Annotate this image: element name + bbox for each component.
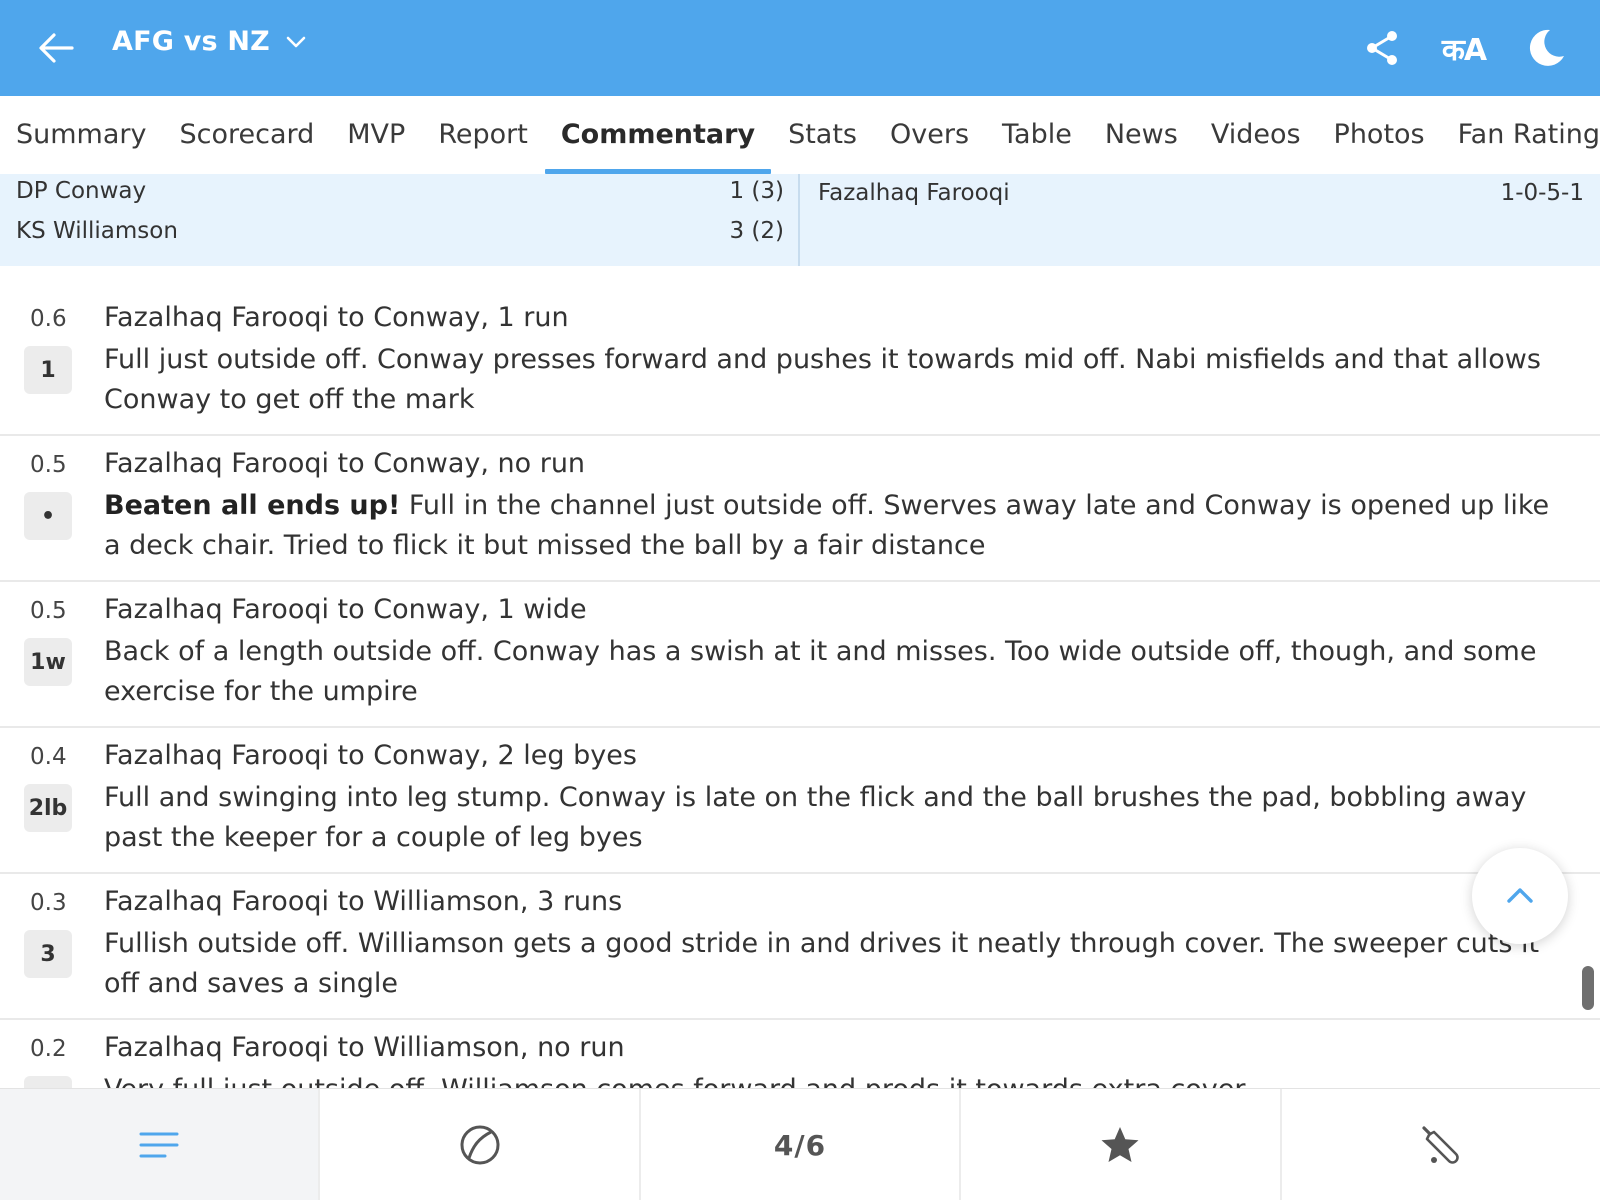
over-number: 0.5 [30,598,67,624]
menu-lines-icon [139,1132,179,1158]
commentary-body: Fullish outside off. Williamson gets a g… [104,928,1540,999]
arrow-left-icon [39,33,74,63]
star-icon [1101,1127,1139,1162]
commentary-item: 0.6 1 Fazalhaq Farooqi to Conway, 1 run … [0,290,1600,436]
commentary-text: Fullish outside off. Williamson gets a g… [104,924,1574,1004]
tab-news[interactable]: News [1105,96,1178,174]
batter-row: KS Williamson 3 (2) [16,218,784,244]
over-number: 0.6 [30,306,67,332]
commentary-item: 0.5 • Fazalhaq Farooqi to Conway, no run… [0,436,1600,582]
commentary-heading: Fazalhaq Farooqi to Conway, 2 leg byes [104,740,637,771]
tab-photos[interactable]: Photos [1334,96,1425,174]
ball-result-badge: 1w [24,638,72,686]
bowler-figures: 1-0-5-1 [1500,180,1584,206]
commentary-heading: Fazalhaq Farooqi to Conway, 1 run [104,302,569,333]
commentary-item: 0.2 Fazalhaq Farooqi to Williamson, no r… [0,1020,1600,1090]
over-number: 0.3 [30,890,67,916]
ball-icon [460,1125,500,1165]
commentary-text: Beaten all ends up! Full in the channel … [104,486,1574,566]
commentary-heading: Fazalhaq Farooqi to Conway, no run [104,448,586,479]
ball-result-badge: • [24,492,72,540]
batting-filter-button[interactable] [1282,1089,1600,1200]
commentary-item: 0.3 3 Fazalhaq Farooqi to Williamson, 3 … [0,874,1600,1020]
match-title: AFG vs NZ [112,26,270,57]
ball-result-badge: 2lb [24,784,72,832]
chevron-down-icon [286,36,306,47]
batter-name: KS Williamson [16,218,178,244]
language-button[interactable]: कA [1440,24,1488,72]
tab-stats[interactable]: Stats [788,96,857,174]
scroll-to-top-button[interactable] [1472,848,1568,944]
boundaries-filter-button[interactable]: 4/6 [641,1089,962,1200]
batter-row: DP Conway 1 (3) [16,178,784,204]
back-button[interactable] [34,26,78,70]
commentary-text: Back of a length outside off. Conway has… [104,632,1574,712]
over-number: 0.4 [30,744,67,770]
commentary-text: Full and swinging into leg stump. Conway… [104,778,1574,858]
language-label: कA [1441,32,1487,68]
over-number: 0.5 [30,452,67,478]
boundaries-label: 4/6 [773,1128,827,1162]
bottom-nav: 4/6 [0,1088,1600,1200]
batter-score: 3 (2) [729,218,784,244]
tab-videos[interactable]: Videos [1211,96,1301,174]
bowler-row: Fazalhaq Farooqi 1-0-5-1 [818,180,1584,206]
batter-name: DP Conway [16,178,147,204]
tab-summary[interactable]: Summary [16,96,146,174]
app-bar: AFG vs NZ कA [0,0,1600,96]
commentary-heading: Fazalhaq Farooqi to Williamson, no run [104,1032,625,1063]
highlights-filter-button[interactable] [961,1089,1282,1200]
commentary-body: Full and swinging into leg stump. Conway… [104,782,1527,853]
share-button[interactable] [1358,24,1406,72]
tab-commentary[interactable]: Commentary [544,96,772,174]
commentary-item: 0.4 2lb Fazalhaq Farooqi to Conway, 2 le… [0,728,1600,874]
commentary-heading: Fazalhaq Farooqi to Conway, 1 wide [104,594,587,625]
ball-result-badge: 1 [24,346,72,394]
tab-fan-ratings[interactable]: Fan Ratings [1458,96,1600,174]
live-score-strip: DP Conway 1 (3) KS Williamson 3 (2) Faza… [0,174,1600,266]
tab-mvp[interactable]: MVP [347,96,405,174]
batters-panel: DP Conway 1 (3) KS Williamson 3 (2) [0,174,800,266]
scrollbar-thumb[interactable] [1582,966,1594,1010]
theme-toggle[interactable] [1522,24,1570,72]
commentary-text: Full just outside off. Conway presses fo… [104,340,1574,420]
commentary-highlight: Beaten all ends up! [104,490,401,521]
commentary-text: Very full just outside off. Williamson c… [104,1070,1574,1090]
match-selector[interactable]: AFG vs NZ [112,26,308,57]
tab-scorecard[interactable]: Scorecard [179,96,314,174]
tab-report[interactable]: Report [438,96,528,174]
ball-result-badge: 3 [24,930,72,978]
commentary-view-button[interactable] [0,1089,321,1200]
cricket-bat-icon [1422,1126,1459,1164]
commentary-body: Back of a length outside off. Conway has… [104,636,1537,707]
commentary-item: 0.5 1w Fazalhaq Farooqi to Conway, 1 wid… [0,582,1600,728]
bowler-name: Fazalhaq Farooqi [818,180,1010,206]
moon-icon [1529,29,1564,66]
tab-overs[interactable]: Overs [890,96,969,174]
match-tabs: Summary Scorecard MVP Report Commentary … [0,96,1600,174]
share-icon [1367,31,1397,65]
commentary-body: Full just outside off. Conway presses fo… [104,344,1541,415]
commentary-heading: Fazalhaq Farooqi to Williamson, 3 runs [104,886,623,917]
tab-table[interactable]: Table [1002,96,1072,174]
over-number: 0.2 [30,1036,67,1062]
commentary-list[interactable]: 0.6 1 Fazalhaq Farooqi to Conway, 1 run … [0,290,1600,1090]
wickets-filter-button[interactable] [320,1089,641,1200]
chevron-up-icon [1507,888,1533,903]
batter-score: 1 (3) [729,178,784,204]
